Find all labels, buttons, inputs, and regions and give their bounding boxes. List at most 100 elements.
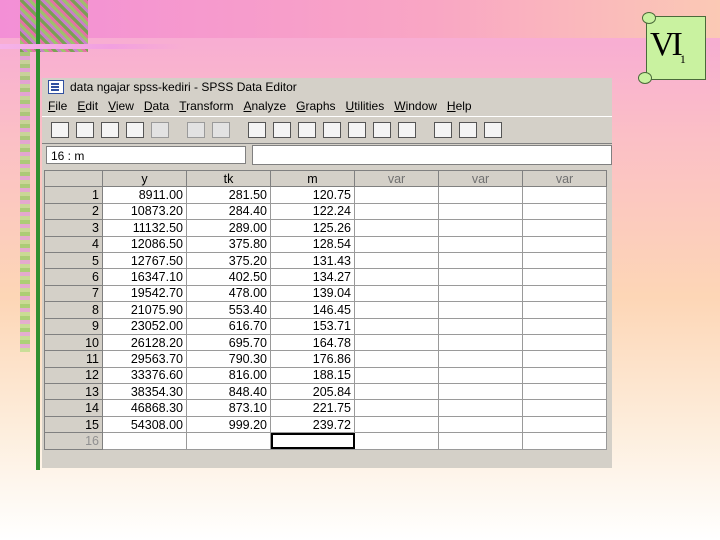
data-cell[interactable] <box>354 186 439 204</box>
variables-button[interactable] <box>272 120 292 140</box>
row-header[interactable]: 7 <box>44 284 103 303</box>
data-cell[interactable]: 26128.20 <box>102 333 187 352</box>
data-cell[interactable]: 153.71 <box>270 317 355 335</box>
row-header[interactable]: 6 <box>44 268 103 286</box>
data-cell[interactable]: 10873.20 <box>102 202 187 221</box>
data-cell[interactable] <box>522 432 607 450</box>
dialog-recall-button[interactable] <box>125 120 145 140</box>
data-cell[interactable] <box>522 235 607 253</box>
data-cell[interactable]: 125.26 <box>270 219 355 237</box>
data-cell[interactable] <box>522 219 607 237</box>
data-cell[interactable] <box>354 317 439 335</box>
data-cell[interactable] <box>354 235 439 253</box>
data-cell[interactable]: 139.04 <box>270 284 355 303</box>
row-header[interactable]: 13 <box>44 383 103 401</box>
data-cell[interactable]: 239.72 <box>270 415 355 434</box>
data-cell[interactable] <box>354 202 439 221</box>
data-cell[interactable] <box>438 202 523 221</box>
column-header-var-1[interactable]: var <box>354 169 439 188</box>
data-cell[interactable]: 999.20 <box>186 415 271 434</box>
row-header[interactable]: 3 <box>44 219 103 237</box>
row-header[interactable]: 1 <box>44 186 103 204</box>
data-cell[interactable]: 23052.00 <box>102 317 187 335</box>
data-cell[interactable] <box>354 415 439 434</box>
row-header[interactable]: 11 <box>44 350 103 368</box>
redo-button[interactable] <box>186 120 206 140</box>
data-cell[interactable] <box>354 219 439 237</box>
menu-item[interactable]: Utilities <box>346 99 385 113</box>
data-cell[interactable]: 816.00 <box>186 366 271 385</box>
menu-item[interactable]: Graphs <box>296 99 335 113</box>
data-cell[interactable]: 134.27 <box>270 268 355 286</box>
data-cell[interactable]: 54308.00 <box>102 415 187 434</box>
weight-cases-button[interactable] <box>397 120 417 140</box>
data-cell[interactable] <box>354 399 439 417</box>
data-cell[interactable] <box>438 317 523 335</box>
data-cell[interactable]: 12086.50 <box>102 235 187 253</box>
data-cell[interactable] <box>354 301 439 319</box>
data-cell[interactable]: 695.70 <box>186 333 271 352</box>
data-cell[interactable] <box>522 251 607 270</box>
spss-app-icon[interactable] <box>48 80 64 94</box>
data-cell[interactable]: 790.30 <box>186 350 271 368</box>
column-header-m[interactable]: m <box>270 169 355 188</box>
data-cell[interactable] <box>354 251 439 270</box>
data-cell[interactable] <box>438 301 523 319</box>
data-cell[interactable]: 128.54 <box>270 235 355 253</box>
data-cell[interactable] <box>438 251 523 270</box>
cell-reference-box[interactable]: 16 : m <box>46 146 246 164</box>
data-cell[interactable] <box>522 186 607 204</box>
insert-case-button[interactable] <box>322 120 342 140</box>
data-cell[interactable]: 12767.50 <box>102 251 187 270</box>
row-header[interactable]: 4 <box>44 235 103 253</box>
select-cases-button[interactable] <box>433 120 453 140</box>
row-header[interactable]: 15 <box>44 415 103 434</box>
data-cell[interactable]: 616.70 <box>186 317 271 335</box>
undo-button[interactable] <box>150 120 170 140</box>
data-cell[interactable]: 553.40 <box>186 301 271 319</box>
row-header[interactable]: 9 <box>44 317 103 335</box>
data-cell[interactable] <box>270 432 355 450</box>
print-button[interactable] <box>100 120 120 140</box>
column-header-var-3[interactable]: var <box>522 169 607 188</box>
column-header-y[interactable]: y <box>102 169 187 188</box>
split-file-button[interactable] <box>372 120 392 140</box>
data-cell[interactable] <box>522 284 607 303</box>
row-header[interactable]: 8 <box>44 301 103 319</box>
data-cell[interactable] <box>438 415 523 434</box>
save-button[interactable] <box>75 120 95 140</box>
insert-variable-button[interactable] <box>347 120 367 140</box>
data-cell[interactable] <box>522 301 607 319</box>
data-cell[interactable] <box>522 415 607 434</box>
value-labels-button[interactable] <box>458 120 478 140</box>
data-cell[interactable]: 120.75 <box>270 186 355 204</box>
data-cell[interactable] <box>522 202 607 221</box>
open-button[interactable] <box>50 120 70 140</box>
menu-item[interactable]: Data <box>144 99 169 113</box>
data-cell[interactable] <box>438 399 523 417</box>
data-cell[interactable]: 21075.90 <box>102 301 187 319</box>
data-cell[interactable] <box>438 268 523 286</box>
menu-item[interactable]: File <box>48 99 67 113</box>
column-header-tk[interactable]: tk <box>186 169 271 188</box>
data-cell[interactable]: 873.10 <box>186 399 271 417</box>
data-cell[interactable]: 478.00 <box>186 284 271 303</box>
row-header[interactable]: 14 <box>44 399 103 417</box>
data-cell[interactable]: 375.20 <box>186 251 271 270</box>
data-cell[interactable] <box>102 432 187 450</box>
data-cell[interactable] <box>522 268 607 286</box>
data-cell[interactable]: 375.80 <box>186 235 271 253</box>
data-cell[interactable] <box>186 432 271 450</box>
data-cell[interactable] <box>522 383 607 401</box>
data-cell[interactable] <box>522 317 607 335</box>
data-cell[interactable] <box>438 235 523 253</box>
data-cell[interactable]: 16347.10 <box>102 268 187 286</box>
data-cell[interactable] <box>354 432 439 450</box>
data-cell[interactable]: 38354.30 <box>102 383 187 401</box>
menu-item[interactable]: Window <box>394 99 437 113</box>
data-cell[interactable] <box>438 333 523 352</box>
data-cell[interactable]: 281.50 <box>186 186 271 204</box>
data-cell[interactable] <box>522 399 607 417</box>
cell-value-input[interactable] <box>252 145 612 165</box>
data-cell[interactable] <box>438 350 523 368</box>
